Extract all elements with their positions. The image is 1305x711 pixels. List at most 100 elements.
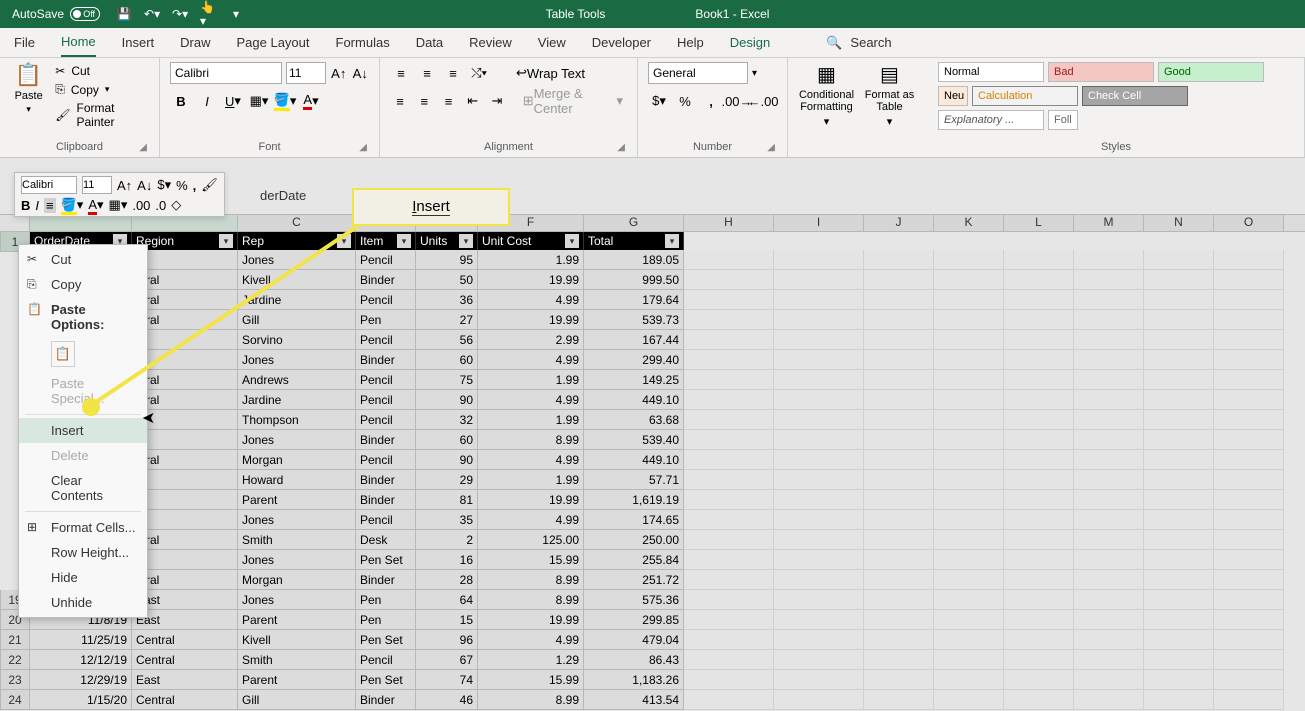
empty-cell[interactable] [864, 330, 934, 350]
empty-cell[interactable] [934, 570, 1004, 590]
empty-cell[interactable] [684, 470, 774, 490]
cell[interactable]: Pen Set [356, 670, 416, 690]
tab-home[interactable]: Home [61, 28, 96, 57]
number-format-select[interactable] [648, 62, 748, 84]
cell[interactable]: Binder [356, 490, 416, 510]
cell[interactable]: Smith [238, 530, 356, 550]
empty-cell[interactable] [1214, 590, 1284, 610]
paste-button[interactable]: 📋 Paste ▾ [10, 62, 47, 131]
paste-option-button[interactable]: 📋 [51, 341, 75, 367]
filter-icon[interactable]: ▾ [565, 234, 579, 248]
cell[interactable]: 1,183.26 [584, 670, 684, 690]
cell[interactable]: Andrews [238, 370, 356, 390]
tab-draw[interactable]: Draw [180, 29, 210, 56]
empty-cell[interactable] [864, 350, 934, 370]
cell[interactable]: 575.36 [584, 590, 684, 610]
empty-cell[interactable] [774, 390, 864, 410]
cell[interactable]: 8.99 [478, 590, 584, 610]
cell[interactable]: Morgan [238, 450, 356, 470]
empty-cell[interactable] [1004, 470, 1074, 490]
autosave-toggle[interactable]: AutoSave Off [12, 7, 100, 21]
mini-inc-decimal-icon[interactable]: .00 [132, 198, 150, 213]
cell[interactable]: East [132, 670, 238, 690]
cell[interactable]: Jardine [238, 390, 356, 410]
col-header-a[interactable] [30, 215, 132, 231]
touch-mode-icon[interactable]: 👆▾ [200, 6, 216, 22]
empty-cell[interactable] [864, 390, 934, 410]
empty-cell[interactable] [864, 530, 934, 550]
empty-cell[interactable] [684, 550, 774, 570]
cell[interactable]: Parent [238, 490, 356, 510]
empty-cell[interactable] [774, 550, 864, 570]
empty-cell[interactable] [864, 650, 934, 670]
wrap-text-button[interactable]: ↩ Wrap Text [512, 62, 589, 84]
empty-cell[interactable] [1144, 670, 1214, 690]
fill-color-button[interactable]: 🪣▾ [274, 90, 296, 112]
empty-cell[interactable] [1004, 510, 1074, 530]
empty-cell[interactable] [1214, 450, 1284, 470]
empty-cell[interactable] [684, 270, 774, 290]
col-header-k[interactable]: K [934, 215, 1004, 231]
cell[interactable]: Parent [238, 670, 356, 690]
empty-cell[interactable] [1144, 310, 1214, 330]
row-header[interactable]: 22 [0, 650, 30, 670]
cell[interactable]: Central [132, 650, 238, 670]
empty-cell[interactable] [1074, 370, 1144, 390]
empty-cell[interactable] [774, 310, 864, 330]
cell[interactable]: Kivell [238, 270, 356, 290]
cell[interactable]: 1.99 [478, 470, 584, 490]
cell[interactable]: 12/12/19 [30, 650, 132, 670]
empty-cell[interactable] [774, 350, 864, 370]
empty-cell[interactable] [774, 270, 864, 290]
col-header-h[interactable]: H [684, 215, 774, 231]
empty-cell[interactable] [1214, 530, 1284, 550]
mini-currency-icon[interactable]: $▾ [157, 177, 171, 193]
empty-cell[interactable] [774, 530, 864, 550]
underline-button[interactable]: U▾ [222, 90, 244, 112]
empty-cell[interactable] [934, 590, 1004, 610]
cell[interactable]: 8.99 [478, 430, 584, 450]
empty-cell[interactable] [1144, 450, 1214, 470]
empty-cell[interactable] [934, 430, 1004, 450]
cell[interactable]: 27 [416, 310, 478, 330]
empty-cell[interactable] [684, 650, 774, 670]
cell[interactable]: 449.10 [584, 390, 684, 410]
cell[interactable]: Jones [238, 550, 356, 570]
empty-cell[interactable] [1074, 310, 1144, 330]
cell[interactable]: 19.99 [478, 610, 584, 630]
cell[interactable]: 63.68 [584, 410, 684, 430]
cell[interactable]: 19.99 [478, 270, 584, 290]
font-size-select[interactable] [286, 62, 326, 84]
increase-decimal-icon[interactable]: .00→ [726, 90, 748, 112]
cell[interactable]: 12/29/19 [30, 670, 132, 690]
cell[interactable]: 149.25 [584, 370, 684, 390]
empty-cell[interactable] [684, 690, 774, 710]
cell[interactable]: Desk [356, 530, 416, 550]
empty-cell[interactable] [1004, 350, 1074, 370]
cell[interactable]: Pen [356, 590, 416, 610]
cell[interactable]: 57.71 [584, 470, 684, 490]
cell[interactable]: 1.99 [478, 250, 584, 270]
tab-review[interactable]: Review [469, 29, 512, 56]
empty-cell[interactable] [1074, 330, 1144, 350]
cell[interactable]: 96 [416, 630, 478, 650]
cell[interactable]: 15 [416, 610, 478, 630]
format-as-table-button[interactable]: ▤ Format as Table▾ [861, 62, 918, 128]
empty-cell[interactable] [1004, 330, 1074, 350]
empty-cell[interactable] [684, 330, 774, 350]
empty-cell[interactable] [1214, 490, 1284, 510]
empty-cell[interactable] [864, 590, 934, 610]
mini-italic-icon[interactable]: I [35, 198, 39, 213]
tab-file[interactable]: File [14, 29, 35, 56]
empty-cell[interactable] [1004, 630, 1074, 650]
style-good[interactable]: Good [1158, 62, 1264, 82]
empty-cell[interactable] [1074, 630, 1144, 650]
decrease-font-icon[interactable]: A↓ [352, 62, 370, 84]
empty-cell[interactable] [1144, 510, 1214, 530]
empty-cell[interactable] [684, 310, 774, 330]
empty-cell[interactable] [864, 570, 934, 590]
cell[interactable]: Pen Set [356, 630, 416, 650]
cell[interactable]: 539.40 [584, 430, 684, 450]
col-header-c[interactable]: C [238, 215, 356, 231]
tab-view[interactable]: View [538, 29, 566, 56]
